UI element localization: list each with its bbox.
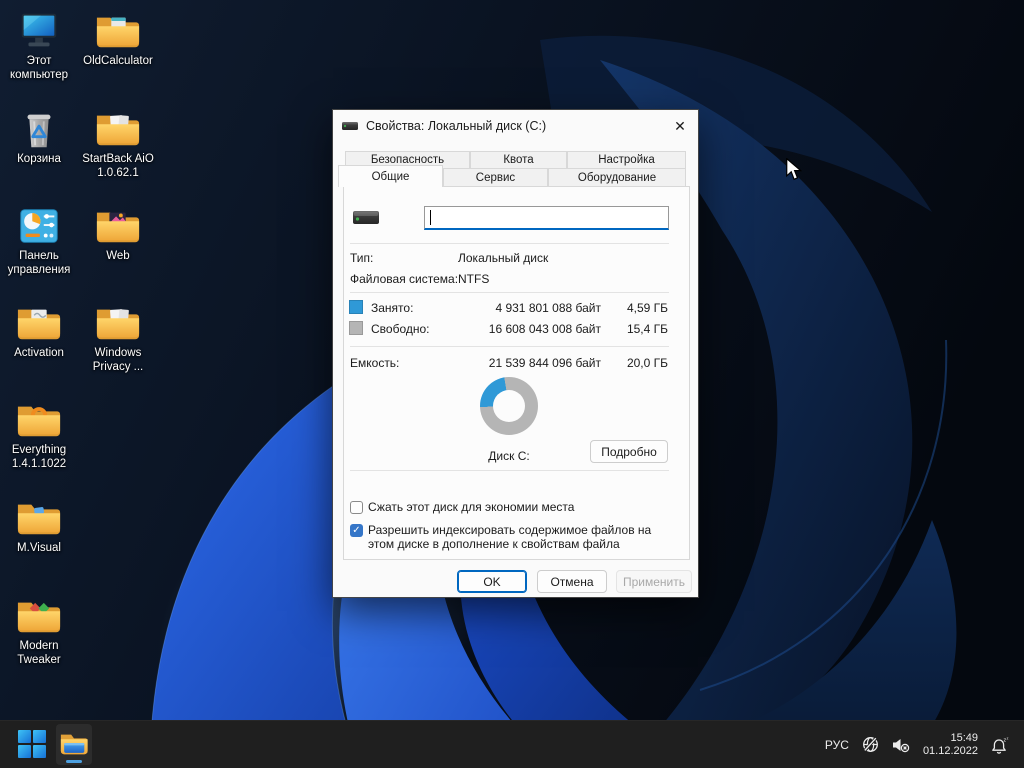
folder-ring-icon xyxy=(17,406,61,437)
divider xyxy=(350,292,669,293)
capacity-label: Емкость: xyxy=(350,356,400,370)
tab-hardware[interactable]: Оборудование xyxy=(548,168,686,187)
svg-text:z: z xyxy=(1007,736,1009,741)
free-bytes: 16 608 043 008 байт xyxy=(488,322,601,336)
no-internet-icon[interactable] xyxy=(862,736,879,753)
desktop-icon-control-panel[interactable]: Панель управления xyxy=(0,205,78,277)
cancel-button[interactable]: Отмена xyxy=(537,570,607,593)
folder-docs-icon xyxy=(96,115,140,146)
apply-button[interactable]: Применить xyxy=(616,570,692,593)
properties-dialog: Свойства: Локальный диск (C:) ✕ Безопасн… xyxy=(333,110,698,597)
desktop-icon-label: Этот компьютер xyxy=(10,55,68,81)
used-label: Занято: xyxy=(371,301,414,315)
desktop-icon-label: StartBack AiO 1.0.62.1 xyxy=(82,153,154,179)
desktop-icon-startback[interactable]: StartBack AiO 1.0.62.1 xyxy=(79,108,157,180)
muted-speaker-icon[interactable] xyxy=(892,737,910,753)
tab-customize[interactable]: Настройка xyxy=(567,151,686,169)
type-value: Локальный диск xyxy=(458,251,549,265)
desktop-icon-label: Web xyxy=(106,250,130,262)
folder-app-icon xyxy=(17,309,61,340)
system-tray: РУС 15:49 01.12.2022 z z xyxy=(825,721,1010,768)
text-caret xyxy=(430,210,431,225)
desktop-icon-modern-tweaker[interactable]: Modern Tweaker xyxy=(0,595,78,667)
free-label: Свободно: xyxy=(371,322,430,336)
mouse-cursor xyxy=(786,158,802,181)
control-panel-icon xyxy=(20,209,58,243)
filesystem-label: Файловая система: xyxy=(350,272,459,286)
desktop-icon-label: OldCalculator xyxy=(83,55,153,67)
desktop-icon-everything[interactable]: Everything 1.4.1.1022 xyxy=(0,399,78,471)
ok-button[interactable]: OK xyxy=(457,570,527,593)
folder-blue-icon xyxy=(17,504,61,535)
divider xyxy=(350,470,669,471)
desktop-icon-label: Панель управления xyxy=(7,250,71,276)
divider xyxy=(350,346,669,347)
used-legend-swatch xyxy=(349,300,363,314)
clock-date: 01.12.2022 xyxy=(922,744,978,757)
clock[interactable]: 15:49 01.12.2022 xyxy=(923,732,978,758)
tab-tools[interactable]: Сервис xyxy=(443,168,548,187)
desktop-icon-recycle-bin[interactable]: Корзина xyxy=(0,108,78,167)
folder-shapes-icon xyxy=(17,602,61,633)
desktop-icon-label: Windows Privacy ... xyxy=(92,347,144,373)
disk-usage-donut xyxy=(480,377,538,435)
desktop-icon-windows-privacy[interactable]: Windows Privacy ... xyxy=(79,302,157,374)
used-bytes: 4 931 801 088 байт xyxy=(495,301,601,315)
donut-hole xyxy=(493,390,525,422)
notification-bell-dnd-icon[interactable]: z z xyxy=(991,736,1010,754)
divider xyxy=(350,243,669,244)
index-checkbox-label: Разрешить индексировать содержимое файло… xyxy=(368,523,652,551)
desktop-icon-label: Activation xyxy=(14,347,64,359)
type-label: Тип: xyxy=(350,251,374,265)
this-pc-icon xyxy=(21,13,57,47)
desktop-icon-label: Modern Tweaker xyxy=(17,640,61,666)
filesystem-value: NTFS xyxy=(458,272,490,286)
drive-small-icon xyxy=(342,122,358,130)
dialog-title-bar: Свойства: Локальный диск (C:) xyxy=(333,110,698,141)
close-icon[interactable]: ✕ xyxy=(671,117,689,135)
capacity-size: 20,0 ГБ xyxy=(626,356,668,370)
start-button[interactable] xyxy=(18,730,46,758)
general-tab-page: Тип: Локальный диск Файловая система: NT… xyxy=(343,186,690,560)
index-checkbox[interactable]: ✓ xyxy=(350,524,363,537)
compress-checkbox[interactable] xyxy=(350,501,363,514)
desktop-icon-activation[interactable]: Activation xyxy=(0,302,78,361)
desktop-icon-oldcalculator[interactable]: OldCalculator xyxy=(79,10,157,69)
drive-icon xyxy=(353,211,379,224)
language-indicator[interactable]: РУС xyxy=(825,738,849,752)
capacity-bytes: 21 539 844 096 байт xyxy=(488,356,601,370)
folder-docs-icon xyxy=(96,309,140,340)
volume-label-input[interactable] xyxy=(424,206,669,230)
file-explorer-icon xyxy=(60,734,88,755)
free-size: 15,4 ГБ xyxy=(626,322,668,336)
desktop-icon-label: Корзина xyxy=(17,153,61,165)
disk-chart-label: Диск C: xyxy=(488,449,530,463)
running-indicator xyxy=(66,760,82,763)
folder-app-icon xyxy=(96,17,140,48)
folder-image-icon xyxy=(96,212,140,243)
dialog-title: Свойства: Локальный диск (C:) xyxy=(366,118,547,133)
details-button[interactable]: Подробно xyxy=(590,440,668,463)
desktop-icon-mvisual[interactable]: M.Visual xyxy=(0,497,78,556)
desktop-icon-this-pc[interactable]: Этот компьютер xyxy=(0,10,78,82)
clock-time: 15:49 xyxy=(950,731,978,744)
recycle-bin-icon xyxy=(27,114,51,148)
tab-general-active[interactable]: Общие xyxy=(338,165,443,187)
taskbar-explorer-button[interactable] xyxy=(56,724,92,765)
desktop-icon-web[interactable]: Web xyxy=(79,205,157,264)
free-legend-swatch xyxy=(349,321,363,335)
desktop-icon-label: Everything 1.4.1.1022 xyxy=(11,444,67,470)
desktop-icon-label: M.Visual xyxy=(17,542,61,554)
compress-checkbox-label: Сжать этот диск для экономии места xyxy=(368,500,575,514)
used-size: 4,59 ГБ xyxy=(626,301,668,315)
tab-quota[interactable]: Квота xyxy=(470,151,567,169)
taskbar: РУС 15:49 01.12.2022 z z xyxy=(0,720,1024,768)
